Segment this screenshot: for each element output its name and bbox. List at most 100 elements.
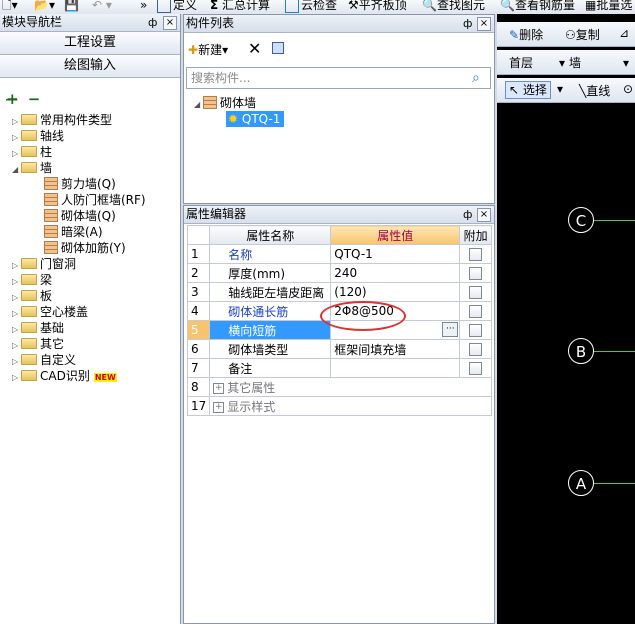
collapse-triangle-icon[interactable]: ◢: [12, 162, 21, 178]
tree-item[interactable]: ▷ 常用构件类型: [12, 112, 112, 128]
axis-marker-a[interactable]: A: [568, 470, 594, 496]
tree-item[interactable]: ▷ 其它: [12, 336, 64, 352]
tree-item[interactable]: ▷ 自定义: [12, 352, 76, 368]
component-item-qtq1[interactable]: ✹ QTQ-1: [226, 111, 284, 127]
pin-icon[interactable]: ф: [463, 206, 472, 223]
table-row[interactable]: 6 砌体墙类型 框架间填充墙: [186, 339, 492, 359]
attach-checkbox[interactable]: [469, 362, 483, 375]
ellipsis-button[interactable]: ···: [442, 322, 459, 337]
property-value-cell[interactable]: 框架间填充墙: [330, 339, 461, 359]
batch-select-button[interactable]: ▦批量选: [585, 0, 632, 13]
gear-icon: ✹: [228, 112, 239, 126]
tree-item[interactable]: ▷ 轴线: [12, 128, 64, 144]
attach-checkbox[interactable]: [469, 286, 483, 299]
property-value-cell[interactable]: (120): [330, 282, 461, 302]
overflow-chevron-icon[interactable]: »: [140, 0, 147, 13]
axis-marker-c[interactable]: C: [568, 207, 594, 233]
mirror-icon[interactable]: ⊿: [619, 26, 629, 40]
save-icon[interactable]: 💾: [64, 0, 79, 13]
attach-checkbox[interactable]: [469, 305, 483, 318]
view-rebar-button[interactable]: 🔍查看钢筋量: [500, 0, 575, 13]
undo-icon[interactable]: ↶ ▾: [92, 0, 112, 13]
new-file-icon[interactable]: 🗋▾: [2, 0, 18, 13]
axis-marker-b[interactable]: B: [568, 338, 594, 364]
pin-icon[interactable]: ф: [148, 14, 157, 31]
select-button[interactable]: ↖ 选择: [505, 81, 551, 99]
tree-child-item[interactable]: 砌体墙(Q): [44, 208, 116, 224]
delete-button[interactable]: ✎删除: [509, 26, 543, 43]
table-row[interactable]: 8 + 其它属性: [186, 377, 492, 397]
table-row[interactable]: 1 名称 QTQ-1: [186, 244, 492, 264]
property-value-cell[interactable]: QTQ-1: [330, 244, 461, 264]
expand-plus-icon[interactable]: +: [213, 382, 225, 394]
search-input[interactable]: 搜索构件...: [186, 67, 491, 89]
define-button[interactable]: 定义: [157, 0, 197, 13]
folder-icon: [21, 162, 37, 173]
chevron-down-icon[interactable]: ▾: [557, 82, 563, 96]
close-icon[interactable]: ×: [477, 208, 491, 222]
expand-triangle-icon[interactable]: ▷: [12, 370, 21, 386]
copy-icon[interactable]: [272, 42, 284, 54]
point-icon[interactable]: ⊙: [623, 82, 633, 96]
property-value-cell[interactable]: 240: [330, 263, 461, 283]
attach-checkbox[interactable]: [469, 248, 483, 261]
tree-child-item[interactable]: 人防门框墙(RF): [44, 192, 146, 208]
header-value-cell: 属性值: [330, 225, 461, 245]
tree-item[interactable]: ▷ 空心楼盖: [12, 304, 88, 320]
tree-child-label: 人防门框墙(RF): [61, 193, 146, 207]
property-editor-panel: 属性编辑器 ф × 属性名称 属性值 附加 1 名称 QTQ-1 2 厚度(mm) 240…: [183, 205, 495, 624]
expand-collapse-all-icon[interactable]: +̶ −: [6, 90, 42, 108]
tree-item[interactable]: ▷ 板: [12, 288, 52, 304]
tree-child-item[interactable]: 剪力墙(Q): [44, 176, 116, 192]
tree-item[interactable]: ▷ 柱: [12, 144, 52, 160]
wall-type-icon: [44, 241, 58, 254]
attach-checkbox[interactable]: [469, 324, 483, 337]
project-settings-button[interactable]: 工程设置: [0, 32, 180, 55]
expand-plus-icon[interactable]: +: [213, 401, 225, 413]
collapse-triangle-icon[interactable]: ◢: [194, 97, 203, 113]
search-icon[interactable]: ⌕: [472, 70, 480, 86]
arrow-cursor-icon: ↖: [509, 83, 520, 97]
property-value-cell[interactable]: [330, 358, 461, 378]
property-name-cell: 横向短筋: [209, 320, 332, 340]
flat-top-button[interactable]: ⚒平齐板顶: [348, 0, 407, 13]
tree-item[interactable]: ▷ 梁: [12, 272, 52, 288]
property-value: 240: [334, 266, 358, 280]
copy-button[interactable]: ⚇复制: [565, 26, 600, 43]
cloud-check-button[interactable]: 云检查: [285, 0, 337, 13]
new-component-button[interactable]: ✚新建▾: [188, 41, 228, 59]
property-name: 砌体墙类型: [228, 342, 289, 357]
row-number-cell: 3: [186, 282, 211, 302]
floor-select[interactable]: 首层 ▾: [509, 54, 565, 71]
header-name-cell: 属性名称: [209, 225, 332, 245]
open-folder-icon[interactable]: 📂▾: [34, 0, 55, 13]
sigma-icon: Σ: [210, 0, 219, 12]
tree-root-masonry-wall[interactable]: ◢ 砌体墙: [194, 95, 256, 111]
brick-wall-icon: [203, 96, 217, 109]
tree-child-item[interactable]: 砌体加筋(Y): [44, 240, 126, 256]
tree-child-label: 剪力墙(Q): [61, 177, 116, 191]
tree-item[interactable]: ◢ 墙: [12, 160, 52, 176]
table-row[interactable]: 7 备注: [186, 358, 492, 378]
tree-child-item[interactable]: 暗梁(A): [44, 224, 103, 240]
table-row[interactable]: 3 轴线距左墙皮距离 (120): [186, 282, 492, 302]
drawing-canvas[interactable]: [497, 14, 635, 624]
find-element-button[interactable]: 🔍查找图元: [422, 0, 485, 13]
new-component-icon: ✚: [188, 43, 199, 57]
pin-icon[interactable]: ф: [463, 15, 472, 32]
tree-item[interactable]: ▷ 门窗洞: [12, 256, 76, 272]
sum-calc-button[interactable]: Σ 汇总计算: [210, 0, 270, 13]
close-icon[interactable]: ×: [477, 17, 491, 31]
type-select[interactable]: 墙 ▾: [569, 54, 629, 71]
attach-checkbox[interactable]: [469, 343, 483, 356]
tree-item-label: 门窗洞: [40, 257, 77, 271]
tree-item[interactable]: ▷ CAD识别 NEW: [12, 368, 117, 384]
line-button[interactable]: ╲直线: [579, 82, 610, 99]
drawing-input-button[interactable]: 绘图输入: [0, 55, 180, 78]
attach-checkbox[interactable]: [469, 267, 483, 280]
tree-item[interactable]: ▷ 基础: [12, 320, 64, 336]
table-row[interactable]: 17 + 显示样式: [186, 396, 492, 416]
table-row[interactable]: 2 厚度(mm) 240: [186, 263, 492, 283]
close-icon[interactable]: ×: [163, 16, 177, 30]
delete-icon[interactable]: ✕: [248, 40, 261, 58]
